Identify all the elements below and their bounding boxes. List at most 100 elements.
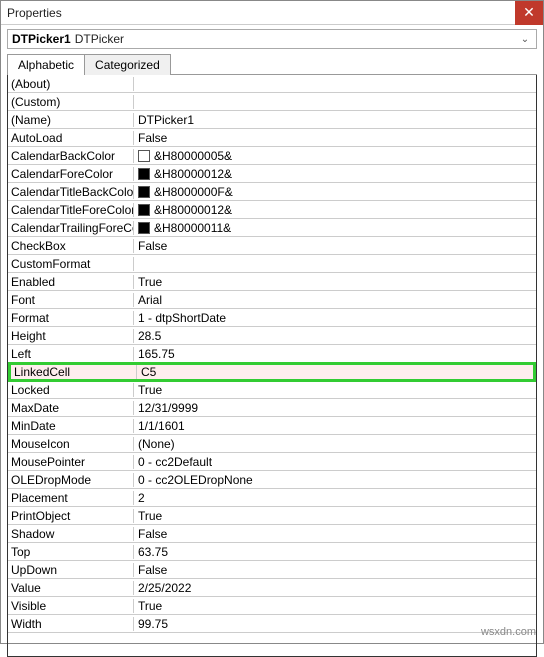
property-value-text: 12/31/9999 [138,401,198,415]
property-row[interactable]: UpDown False [8,561,536,579]
property-row[interactable]: CalendarTrailingForeColor&H80000011& [8,219,536,237]
property-value[interactable]: 2 [134,491,536,505]
property-row[interactable]: MouseIcon (None) [8,435,536,453]
color-swatch [138,204,150,216]
property-value[interactable]: True [134,599,536,613]
property-value-text: 0 - cc2OLEDropNone [138,473,253,487]
property-row[interactable]: CalendarBackColor&H80000005& [8,147,536,165]
property-value[interactable]: False [134,239,536,253]
property-value-text: 0 - cc2Default [138,455,212,469]
property-value[interactable]: 12/31/9999 [134,401,536,415]
property-name: CustomFormat [8,257,134,271]
property-row[interactable]: CalendarTitleBackColor&H8000000F& [8,183,536,201]
tab-categorized[interactable]: Categorized [84,54,171,75]
property-name: Value [8,581,134,595]
property-value-text: True [138,383,162,397]
property-value-text: True [138,599,162,613]
property-name: MouseIcon [8,437,134,451]
property-value-text: 1/1/1601 [138,419,185,433]
object-selector[interactable]: DTPicker1 DTPicker ⌄ [7,29,537,49]
property-name: Left [8,347,134,361]
property-row[interactable]: FontArial [8,291,536,309]
property-value-text: False [138,563,167,577]
property-row[interactable]: EnabledTrue [8,273,536,291]
property-row[interactable]: MinDate1/1/1601 [8,417,536,435]
tabs: Alphabetic Categorized [7,53,537,75]
property-value-text: False [138,239,167,253]
property-row[interactable]: CalendarTitleForeColor&H80000012& [8,201,536,219]
property-row[interactable]: Top63.75 [8,543,536,561]
watermark: wsxdn.com [481,626,536,638]
property-row[interactable]: Locked True [8,381,536,399]
title-bar: Properties ✕ [1,1,543,25]
property-row[interactable]: VisibleTrue [8,597,536,615]
property-value[interactable]: 1 - dtpShortDate [134,311,536,325]
property-value[interactable]: &H8000000F& [134,185,536,199]
property-value[interactable]: True [134,509,536,523]
property-row[interactable]: Width99.75 [8,615,536,633]
property-row[interactable]: MousePointer 0 - cc2Default [8,453,536,471]
property-row[interactable]: (Name)DTPicker1 [8,111,536,129]
property-name: Format [8,311,134,325]
property-name: CalendarTitleForeColor [8,203,134,217]
property-value[interactable]: False [134,131,536,145]
property-value[interactable]: &H80000012& [134,167,536,181]
property-value[interactable]: False [134,563,536,577]
property-value-text: (None) [138,437,175,451]
close-button[interactable]: ✕ [515,1,543,25]
property-row[interactable]: Height28.5 [8,327,536,345]
property-row[interactable]: LinkedCell C5 [8,362,536,382]
property-value[interactable]: 2/25/2022 [134,581,536,595]
property-name: UpDown [8,563,134,577]
property-row[interactable]: ShadowFalse [8,525,536,543]
property-value[interactable]: True [134,275,536,289]
property-row[interactable]: PrintObjectTrue [8,507,536,525]
property-value[interactable]: 28.5 [134,329,536,343]
property-value[interactable]: Arial [134,293,536,307]
property-value[interactable]: False [134,527,536,541]
property-value[interactable]: 165.75 [134,347,536,361]
property-value[interactable]: &H80000005& [134,149,536,163]
property-value[interactable]: 0 - cc2Default [134,455,536,469]
property-value[interactable]: 0 - cc2OLEDropNone [134,473,536,487]
property-name: Shadow [8,527,134,541]
property-name: Top [8,545,134,559]
property-row[interactable]: Placement2 [8,489,536,507]
property-name: Placement [8,491,134,505]
property-row[interactable]: (Custom) [8,93,536,111]
tab-alphabetic[interactable]: Alphabetic [7,54,85,75]
property-row[interactable]: AutoLoadFalse [8,129,536,147]
property-row[interactable]: CustomFormat [8,255,536,273]
property-name: PrintObject [8,509,134,523]
property-value[interactable]: 99.75 [134,617,536,631]
property-value[interactable]: &H80000012& [134,203,536,217]
property-value[interactable]: True [134,383,536,397]
property-value[interactable]: 1/1/1601 [134,419,536,433]
property-value[interactable]: C5 [137,365,533,379]
property-value[interactable]: DTPicker1 [134,113,536,127]
property-name: OLEDropMode [8,473,134,487]
property-name: LinkedCell [11,365,137,379]
property-name: (Name) [8,113,134,127]
property-name: Height [8,329,134,343]
property-name: Locked [8,383,134,397]
property-value[interactable]: (None) [134,437,536,451]
property-row[interactable]: (About) [8,75,536,93]
property-value-text: &H8000000F& [154,185,233,199]
property-name: MousePointer [8,455,134,469]
property-row[interactable]: OLEDropMode 0 - cc2OLEDropNone [8,471,536,489]
property-row[interactable]: MaxDate12/31/9999 [8,399,536,417]
property-row[interactable]: CheckBoxFalse [8,237,536,255]
property-value[interactable]: 63.75 [134,545,536,559]
property-name: (Custom) [8,95,134,109]
property-value-text: 99.75 [138,617,168,631]
property-value-text: C5 [141,365,156,379]
color-swatch [138,150,150,162]
property-row[interactable]: Format1 - dtpShortDate [8,309,536,327]
property-grid[interactable]: (About)(Custom)(Name)DTPicker1AutoLoadFa… [7,75,537,657]
property-row[interactable]: Value2/25/2022 [8,579,536,597]
property-row[interactable]: CalendarForeColor&H80000012& [8,165,536,183]
property-value-text: &H80000012& [154,203,232,217]
property-row[interactable]: Left165.75 [8,345,536,363]
property-value[interactable]: &H80000011& [134,221,536,235]
